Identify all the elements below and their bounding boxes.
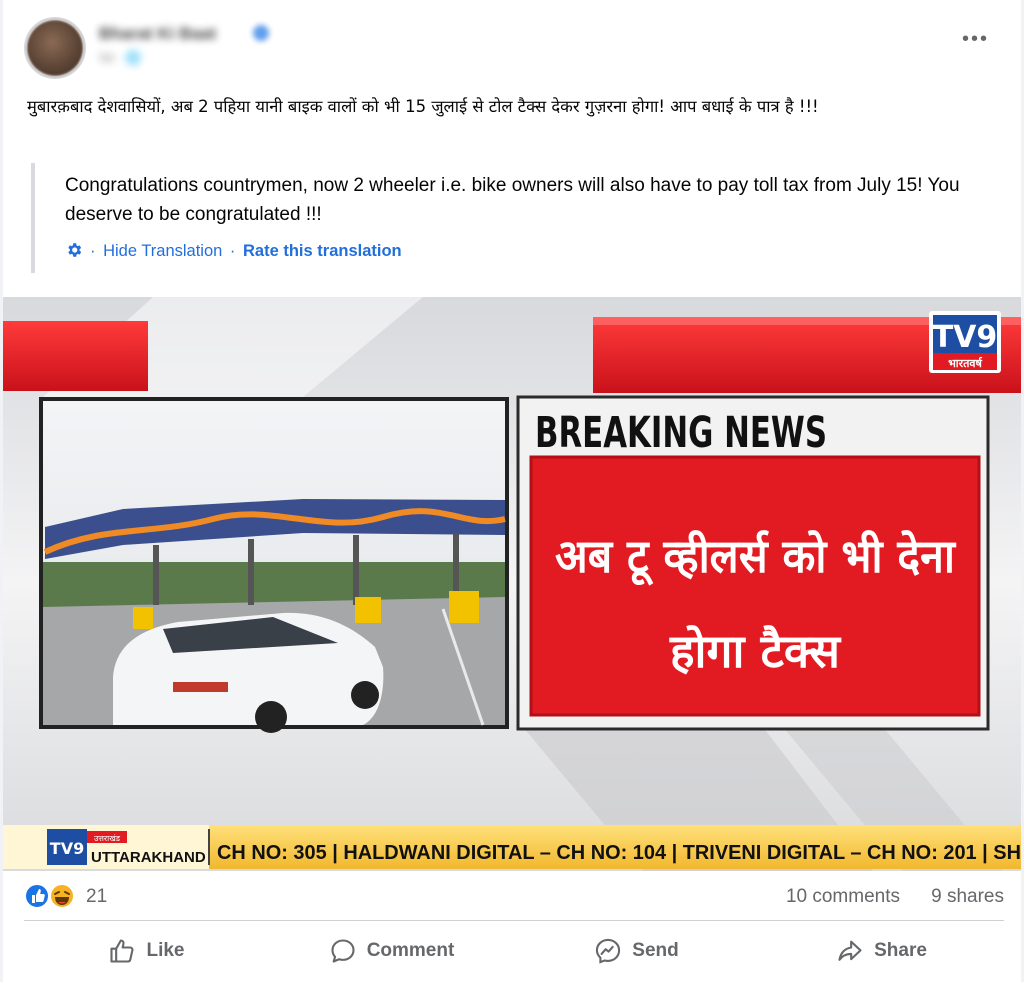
translation-block: Congratulations countrymen, now 2 wheele…	[31, 163, 1005, 273]
ticker-tag-text: उत्तराखंड	[94, 834, 121, 843]
toll-plaza-video	[39, 397, 509, 733]
haha-reaction-icon	[49, 883, 75, 909]
share-arrow-icon	[838, 940, 862, 961]
post-meta[interactable]: 5d · 🌐	[99, 50, 141, 66]
news-ticker: TV9 उत्तराखंड UTTARAKHAND CH NO: 305 | H…	[3, 825, 1021, 869]
thumbs-up-icon	[110, 939, 134, 963]
post-actions-bar: Like Comment Send Share	[24, 926, 1004, 976]
hide-translation-link[interactable]: Hide Translation	[103, 242, 222, 260]
author-name[interactable]: Bharat Ki Baat	[99, 24, 216, 44]
ticker-region-text: UTTARAKHAND	[91, 849, 206, 866]
ticker-logo-text: TV9	[50, 839, 84, 858]
translation-actions: · Hide Translation · Rate this translati…	[65, 241, 402, 264]
like-button[interactable]: Like	[24, 926, 269, 976]
share-button[interactable]: Share	[759, 926, 1004, 976]
more-icon[interactable]: •••	[962, 28, 989, 51]
breaking-news-title: BREAKING NEWS	[535, 408, 827, 458]
reaction-count[interactable]: 21	[86, 886, 107, 908]
left-red-banner	[3, 321, 148, 391]
headline-line-1: अब टू व्हीलर्स को भी देना	[555, 529, 957, 586]
share-label: Share	[874, 940, 927, 961]
shares-count[interactable]: 9 shares	[931, 886, 1004, 908]
send-label: Send	[632, 940, 679, 961]
messenger-icon	[596, 938, 621, 964]
rate-translation-link[interactable]: Rate this translation	[243, 242, 402, 260]
tv9-sub-text: भारतवर्ष	[948, 356, 983, 370]
ticker-text: CH NO: 305 | HALDWANI DIGITAL – CH NO: 1…	[217, 842, 1021, 864]
post-text: मुबारक़बाद देशवासियों, अब 2 पहिया यानी ब…	[27, 97, 819, 116]
send-button[interactable]: Send	[514, 926, 759, 976]
gear-icon[interactable]	[65, 241, 83, 264]
tv9-logo-text: TV9	[933, 320, 998, 355]
breaking-news-panel: BREAKING NEWS अब टू व्हीलर्स को भी देना …	[516, 395, 990, 731]
tv9-logo: TV9 भारतवर्ष	[929, 311, 1001, 373]
separator: ·	[90, 242, 96, 260]
like-label: Like	[146, 940, 185, 961]
comment-icon	[331, 939, 355, 963]
comment-button[interactable]: Comment	[269, 926, 514, 976]
like-reaction-icon	[24, 883, 50, 909]
comments-count[interactable]: 10 comments	[786, 886, 900, 908]
verified-badge-icon	[253, 25, 269, 41]
reactions-summary[interactable]	[24, 882, 80, 910]
post-stats: 21 10 comments 9 shares	[24, 880, 1004, 912]
comment-label: Comment	[366, 940, 455, 961]
author-avatar[interactable]	[27, 20, 83, 76]
translation-text: Congratulations countrymen, now 2 wheele…	[65, 175, 960, 225]
separator: ·	[229, 242, 236, 260]
post-image[interactable]: TV9 भारतवर्ष BREAKING NEWS अब टू व्हीलर्…	[3, 297, 1021, 871]
post-header: Bharat Ki Baat 5d · 🌐 •••	[24, 17, 997, 79]
headline-line-2: होगा टैक्स	[669, 624, 842, 678]
actions-divider	[24, 920, 1004, 921]
